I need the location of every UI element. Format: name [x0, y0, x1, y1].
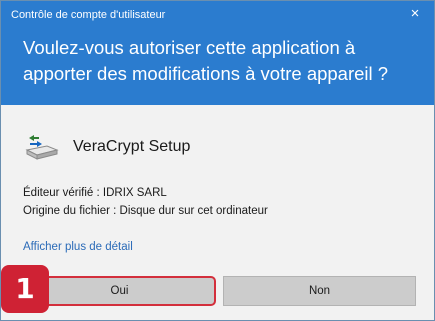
prompt-question: Voulez-vous autoriser cette application …	[23, 37, 389, 84]
step-number-badge: 1	[1, 265, 49, 313]
app-name: VeraCrypt Setup	[73, 138, 191, 155]
button-bar: Oui Non	[1, 261, 434, 320]
close-button[interactable]: ×	[404, 3, 426, 25]
app-info: VeraCrypt Setup	[23, 129, 190, 165]
veracrypt-drive-icon	[25, 135, 59, 160]
publisher-text: Éditeur vérifié : IDRIX SARL	[23, 187, 167, 199]
dialog-header: Contrôle de compte d'utilisateur × Voule…	[1, 1, 434, 105]
close-icon: ×	[410, 5, 420, 22]
no-button[interactable]: Non	[223, 276, 416, 306]
window-title: Contrôle de compte d'utilisateur	[11, 9, 166, 21]
app-details: Éditeur vérifié : IDRIX SARL Origine du …	[23, 184, 268, 220]
more-details-link[interactable]: Afficher plus de détail	[23, 241, 133, 253]
uac-dialog: Contrôle de compte d'utilisateur × Voule…	[0, 0, 435, 321]
origin-text: Origine du fichier : Disque dur sur cet …	[23, 205, 268, 217]
yes-button[interactable]: Oui	[23, 276, 216, 306]
